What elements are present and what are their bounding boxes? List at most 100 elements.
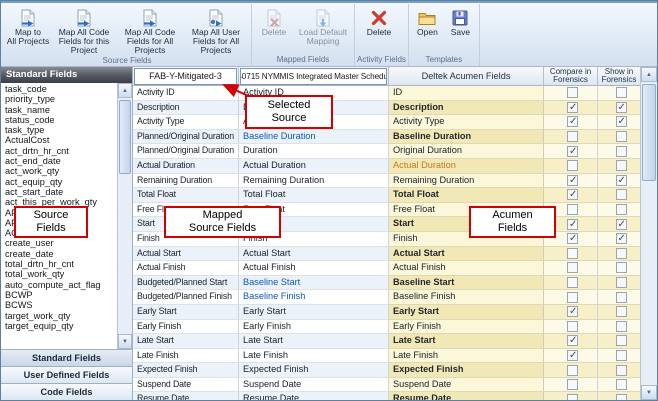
compare-checkbox[interactable] [567, 87, 578, 98]
mapping-row[interactable]: Budgeted/Planned FinishBaseline FinishBa… [133, 290, 640, 305]
sidebar-scrollbar-thumb[interactable] [119, 100, 131, 174]
field-list-item[interactable]: act_work_qty [1, 166, 117, 176]
scroll-down-icon[interactable]: ▼ [641, 385, 657, 400]
field-list-item[interactable]: total_work_qty [1, 269, 117, 279]
field-list-item[interactable]: task_name [1, 105, 117, 115]
sidebar-tab-user-defined-fields[interactable]: User Defined Fields [1, 366, 132, 383]
mapping-row[interactable]: Expected FinishExpected FinishExpected F… [133, 363, 640, 378]
show-checkbox[interactable] [616, 335, 627, 346]
field-list-item[interactable]: ActualCost [1, 135, 117, 145]
field-list-item[interactable]: target_equip_qty [1, 321, 117, 331]
compare-checkbox[interactable] [567, 365, 578, 376]
scroll-up-icon[interactable]: ▲ [641, 67, 657, 82]
mapped-schedule-selector[interactable]: 040715 NYMMIS Integrated Master Schedule [240, 68, 387, 85]
compare-checkbox[interactable] [567, 394, 578, 400]
show-checkbox[interactable] [616, 219, 627, 230]
show-checkbox[interactable] [616, 277, 627, 288]
compare-checkbox[interactable] [567, 335, 578, 346]
mapping-row[interactable]: Remaining DurationRemaining DurationRema… [133, 174, 640, 189]
show-checkbox[interactable] [616, 379, 627, 390]
field-list-item[interactable]: act_start_date [1, 187, 117, 197]
scroll-down-icon[interactable]: ▼ [118, 334, 132, 349]
map-all-code-fields-for-this-project-button[interactable]: Map All Code Fields for this Project [51, 5, 117, 55]
compare-checkbox[interactable] [567, 146, 578, 157]
show-checkbox[interactable] [616, 394, 627, 400]
mapping-row[interactable]: Resume DateResume DateResume Date [133, 392, 640, 400]
field-list-item[interactable]: status_code [1, 115, 117, 125]
compare-checkbox[interactable] [567, 175, 578, 186]
show-checkbox[interactable] [616, 204, 627, 215]
show-checkbox[interactable] [616, 365, 627, 376]
compare-checkbox[interactable] [567, 379, 578, 390]
show-checkbox[interactable] [616, 87, 627, 98]
compare-checkbox[interactable] [567, 277, 578, 288]
mapping-row[interactable]: Suspend DateSuspend DateSuspend Date [133, 378, 640, 393]
mapping-row[interactable]: Actual FinishActual FinishActual Finish [133, 261, 640, 276]
compare-checkbox[interactable] [567, 131, 578, 142]
compare-checkbox[interactable] [567, 189, 578, 200]
mapping-row[interactable]: Budgeted/Planned StartBaseline StartBase… [133, 276, 640, 291]
field-list-item[interactable]: target_work_qty [1, 311, 117, 321]
open-button[interactable]: Open [411, 5, 444, 54]
compare-checkbox[interactable] [567, 350, 578, 361]
compare-checkbox[interactable] [567, 204, 578, 215]
save-button[interactable]: Save [444, 5, 477, 54]
field-list-item[interactable]: act_drtn_hr_cnt [1, 146, 117, 156]
show-checkbox[interactable] [616, 262, 627, 273]
field-list-item[interactable]: task_type [1, 125, 117, 135]
field-list-item[interactable]: auto_compute_act_flag [1, 280, 117, 290]
show-checkbox[interactable] [616, 350, 627, 361]
map-all-code-fields-for-all-projects-button[interactable]: Map All Code Fields for All Projects [117, 5, 183, 55]
show-checkbox[interactable] [616, 248, 627, 259]
field-list-item[interactable]: priority_type [1, 94, 117, 104]
compare-checkbox[interactable] [567, 262, 578, 273]
compare-checkbox[interactable] [567, 306, 578, 317]
mapping-row[interactable]: Late FinishLate FinishLate Finish [133, 349, 640, 364]
show-checkbox[interactable] [616, 189, 627, 200]
compare-checkbox[interactable] [567, 248, 578, 259]
mapping-row[interactable]: Actual DurationActual DurationActual Dur… [133, 159, 640, 174]
source-project-selector[interactable]: FAB-Y-Mitigated-3 [134, 68, 237, 85]
compare-checkbox[interactable] [567, 116, 578, 127]
mapping-row[interactable]: Activity IDActivity IDID [133, 86, 640, 101]
field-list-item[interactable]: act_equip_qty [1, 177, 117, 187]
show-checkbox[interactable] [616, 146, 627, 157]
scroll-up-icon[interactable]: ▲ [118, 83, 132, 98]
compare-checkbox[interactable] [567, 321, 578, 332]
show-checkbox[interactable] [616, 321, 627, 332]
show-checkbox[interactable] [616, 102, 627, 113]
mapping-row[interactable]: Planned/Original DurationBaseline Durati… [133, 130, 640, 145]
field-list-item[interactable]: BCWS [1, 300, 117, 310]
delete-button[interactable]: Delete [357, 5, 401, 54]
mapping-row[interactable]: DescriptionDescriptionDescription [133, 101, 640, 116]
show-checkbox[interactable] [616, 306, 627, 317]
field-list-item[interactable]: total_drtn_hr_cnt [1, 259, 117, 269]
compare-checkbox[interactable] [567, 292, 578, 303]
field-list-item[interactable]: act_end_date [1, 156, 117, 166]
mapping-row[interactable]: Actual StartActual StartActual Start [133, 247, 640, 262]
mapping-row[interactable]: Early StartEarly StartEarly Start [133, 305, 640, 320]
show-checkbox[interactable] [616, 233, 627, 244]
show-checkbox[interactable] [616, 116, 627, 127]
mapping-row[interactable]: Late StartLate StartLate Start [133, 334, 640, 349]
show-checkbox[interactable] [616, 160, 627, 171]
mapping-row[interactable]: Activity TypeActivity TypeActivity Type [133, 115, 640, 130]
compare-checkbox[interactable] [567, 233, 578, 244]
table-scrollbar-thumb[interactable] [642, 84, 656, 181]
map-to-all-projects-button[interactable]: Map to All Projects [5, 5, 51, 55]
compare-checkbox[interactable] [567, 102, 578, 113]
table-scrollbar[interactable]: ▲ ▼ [640, 67, 657, 400]
compare-checkbox[interactable] [567, 160, 578, 171]
mapping-row[interactable]: Total FloatTotal FloatTotal Float [133, 188, 640, 203]
compare-checkbox[interactable] [567, 219, 578, 230]
field-list-item[interactable]: task_code [1, 84, 117, 94]
sidebar-tab-code-fields[interactable]: Code Fields [1, 383, 132, 400]
sidebar-tab-standard-fields[interactable]: Standard Fields [1, 349, 132, 366]
show-checkbox[interactable] [616, 292, 627, 303]
field-list-item[interactable]: create_date [1, 249, 117, 259]
table-scrollbar-track[interactable] [641, 82, 657, 385]
show-checkbox[interactable] [616, 175, 627, 186]
field-list-item[interactable]: create_user [1, 238, 117, 248]
field-list-item[interactable]: BCWP [1, 290, 117, 300]
mapping-row[interactable]: Planned/Original DurationDurationOrigina… [133, 144, 640, 159]
